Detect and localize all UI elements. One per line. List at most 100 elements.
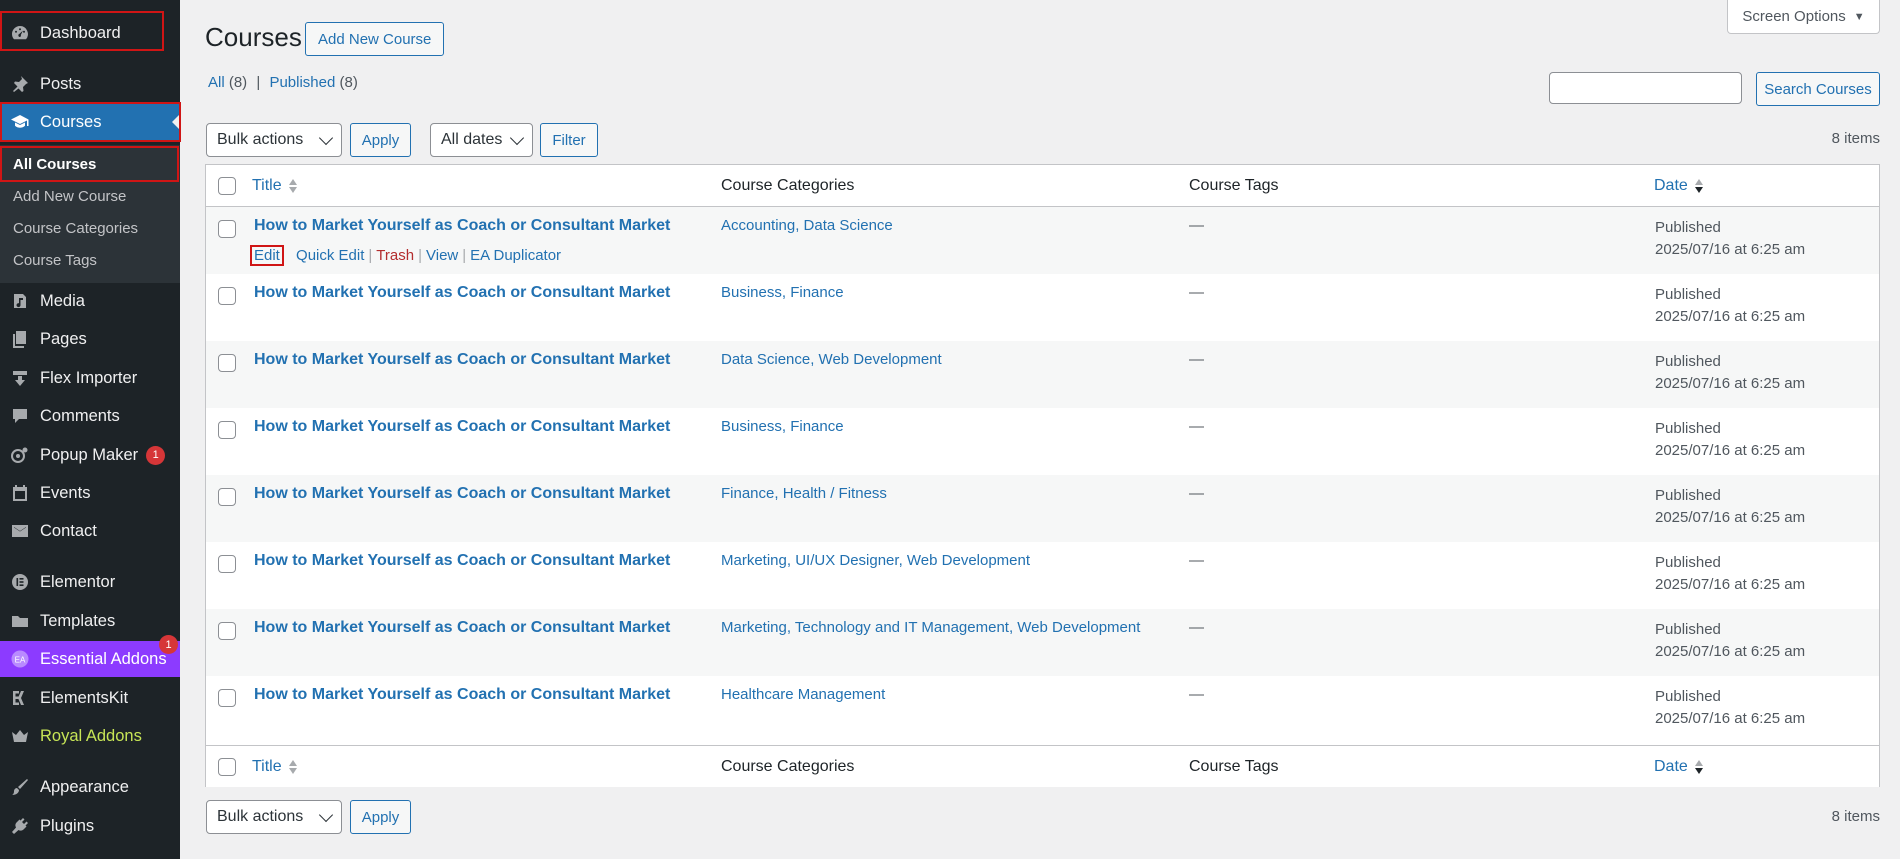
- sidebar-item-essential-addons[interactable]: EA Essential Addons 1: [0, 635, 180, 677]
- course-categories[interactable]: Business, Finance: [721, 418, 844, 435]
- course-categories[interactable]: Data Science, Web Development: [721, 351, 942, 368]
- column-title-header[interactable]: Title: [252, 177, 298, 195]
- sidebar-item-courses[interactable]: Courses: [0, 104, 180, 140]
- course-categories[interactable]: Marketing, UI/UX Designer, Web Developme…: [721, 552, 1030, 569]
- course-title-link[interactable]: How to Market Yourself as Coach or Consu…: [254, 418, 670, 436]
- course-title-link[interactable]: How to Market Yourself as Coach or Consu…: [254, 284, 670, 302]
- category-links[interactable]: Business, Finance: [721, 284, 844, 301]
- category-links[interactable]: Marketing, UI/UX Designer, Web Developme…: [721, 552, 1030, 569]
- sidebar-item-posts[interactable]: Posts: [0, 66, 180, 102]
- edit-link[interactable]: Edit: [250, 245, 284, 266]
- category-links[interactable]: Business, Finance: [721, 418, 844, 435]
- course-categories[interactable]: Finance, Health / Fitness: [721, 485, 887, 502]
- add-new-course-button[interactable]: Add New Course: [305, 22, 445, 56]
- table-row: How to Market Yourself as Coach or Consu…: [206, 341, 1879, 408]
- sidebar-item-elementor[interactable]: Elementor: [0, 564, 180, 600]
- column-title-label: Title: [252, 758, 282, 775]
- sidebar-item-contact[interactable]: Contact: [0, 513, 180, 549]
- bulk-actions-select[interactable]: Bulk actions: [206, 123, 342, 157]
- submenu-add-new-course[interactable]: Add New Course: [0, 180, 180, 212]
- sidebar-item-royal-addons[interactable]: Royal Addons: [0, 718, 180, 754]
- dates-select[interactable]: All dates: [430, 123, 533, 157]
- course-title-link[interactable]: How to Market Yourself as Coach or Consu…: [254, 686, 670, 704]
- select-all-checkbox[interactable]: [218, 177, 236, 195]
- row-checkbox[interactable]: [218, 287, 236, 305]
- post-date: 2025/07/16 at 6:25 am: [1655, 710, 1806, 727]
- sidebar-item-label: Courses: [40, 112, 102, 131]
- ea-icon: EA: [0, 649, 40, 669]
- post-date: 2025/07/16 at 6:25 am: [1655, 241, 1806, 258]
- row-checkbox[interactable]: [218, 488, 236, 506]
- row-checkbox[interactable]: [218, 354, 236, 372]
- row-checkbox[interactable]: [218, 555, 236, 573]
- sidebar-item-media[interactable]: Media: [0, 283, 180, 319]
- trash-link[interactable]: Trash: [376, 247, 414, 264]
- course-title-link[interactable]: How to Market Yourself as Coach or Consu…: [254, 485, 670, 503]
- post-status: Published: [1655, 286, 1721, 303]
- search-courses-button[interactable]: Search Courses: [1756, 72, 1880, 106]
- sidebar-item-popup-maker[interactable]: Popup Maker 1: [0, 437, 180, 473]
- apply-button[interactable]: Apply: [350, 123, 411, 157]
- ek-icon: [0, 688, 40, 708]
- separator: |: [368, 247, 373, 264]
- course-categories[interactable]: Marketing, Technology and IT Management,…: [721, 619, 1140, 636]
- category-links[interactable]: Accounting, Data Science: [721, 217, 893, 234]
- sidebar-item-comments[interactable]: Comments: [0, 398, 180, 434]
- sidebar-item-label: Posts: [40, 74, 82, 93]
- column-date-footer[interactable]: Date: [1654, 758, 1704, 776]
- category-links[interactable]: Marketing, Technology and IT Management,…: [721, 619, 1140, 636]
- bulk-actions-select-bottom[interactable]: Bulk actions: [206, 800, 342, 834]
- bulk-actions-value: Bulk actions: [217, 131, 304, 148]
- apply-button-bottom[interactable]: Apply: [350, 800, 411, 834]
- select-all-checkbox[interactable]: [218, 758, 236, 776]
- post-date: 2025/07/16 at 6:25 am: [1655, 442, 1806, 459]
- screen-options-button[interactable]: Screen Options ▼: [1727, 0, 1880, 34]
- column-date-header[interactable]: Date: [1654, 177, 1704, 195]
- search-input[interactable]: [1549, 72, 1742, 104]
- filter-all-link[interactable]: All: [208, 74, 225, 91]
- filter-button[interactable]: Filter: [540, 123, 598, 157]
- category-links[interactable]: Finance, Health / Fitness: [721, 485, 887, 502]
- submenu-all-courses[interactable]: All Courses: [0, 148, 180, 180]
- sidebar-item-templates[interactable]: Templates: [0, 603, 180, 639]
- course-date: Published 2025/07/16 at 6:25 am: [1655, 686, 1805, 730]
- course-title-link[interactable]: How to Market Yourself as Coach or Consu…: [254, 351, 670, 369]
- row-checkbox[interactable]: [218, 220, 236, 238]
- elementor-icon: [0, 572, 40, 592]
- course-categories[interactable]: Accounting, Data Science: [721, 217, 893, 234]
- courses-table: Title Course Categories Course Tags Date…: [205, 164, 1880, 787]
- brush-icon: [0, 777, 40, 797]
- sidebar-item-plugins[interactable]: Plugins: [0, 808, 180, 844]
- submenu-course-tags[interactable]: Course Tags: [0, 244, 180, 276]
- course-title-link[interactable]: How to Market Yourself as Coach or Consu…: [254, 619, 670, 637]
- category-links[interactable]: Healthcare Management: [721, 686, 885, 703]
- course-title-link[interactable]: How to Market Yourself as Coach or Consu…: [254, 552, 670, 570]
- popup-icon: [0, 445, 40, 465]
- ea-duplicator-link[interactable]: EA Duplicator: [470, 247, 561, 264]
- course-title-link[interactable]: How to Market Yourself as Coach or Consu…: [254, 217, 670, 235]
- course-tags: —: [1189, 284, 1204, 301]
- filter-published-link[interactable]: Published: [269, 74, 335, 91]
- row-checkbox[interactable]: [218, 689, 236, 707]
- sidebar-item-pages[interactable]: Pages: [0, 321, 180, 357]
- row-checkbox[interactable]: [218, 421, 236, 439]
- row-checkbox[interactable]: [218, 622, 236, 640]
- category-links[interactable]: Data Science, Web Development: [721, 351, 942, 368]
- sidebar-item-events[interactable]: Events: [0, 475, 180, 511]
- screen-options-label: Screen Options: [1742, 8, 1846, 25]
- mail-icon: [0, 521, 40, 541]
- course-categories[interactable]: Business, Finance: [721, 284, 844, 301]
- sidebar-item-flex-importer[interactable]: Flex Importer: [0, 360, 180, 396]
- sidebar-item-elementskit[interactable]: ElementsKit: [0, 680, 180, 716]
- course-categories[interactable]: Healthcare Management: [721, 686, 885, 703]
- sidebar-item-dashboard[interactable]: Dashboard: [0, 15, 180, 51]
- quick-edit-link[interactable]: Quick Edit: [296, 247, 364, 264]
- column-title-footer[interactable]: Title: [252, 758, 298, 776]
- row-actions: Edit Quick Edit | Trash | View | EA Duplicator: [250, 245, 561, 266]
- view-link[interactable]: View: [426, 247, 458, 264]
- items-count: 8 items: [1831, 130, 1880, 147]
- graduation-cap-icon: [0, 112, 40, 132]
- sidebar-item-appearance[interactable]: Appearance: [0, 769, 180, 805]
- submenu-course-categories[interactable]: Course Categories: [0, 212, 180, 244]
- sidebar-item-label: Comments: [40, 406, 120, 425]
